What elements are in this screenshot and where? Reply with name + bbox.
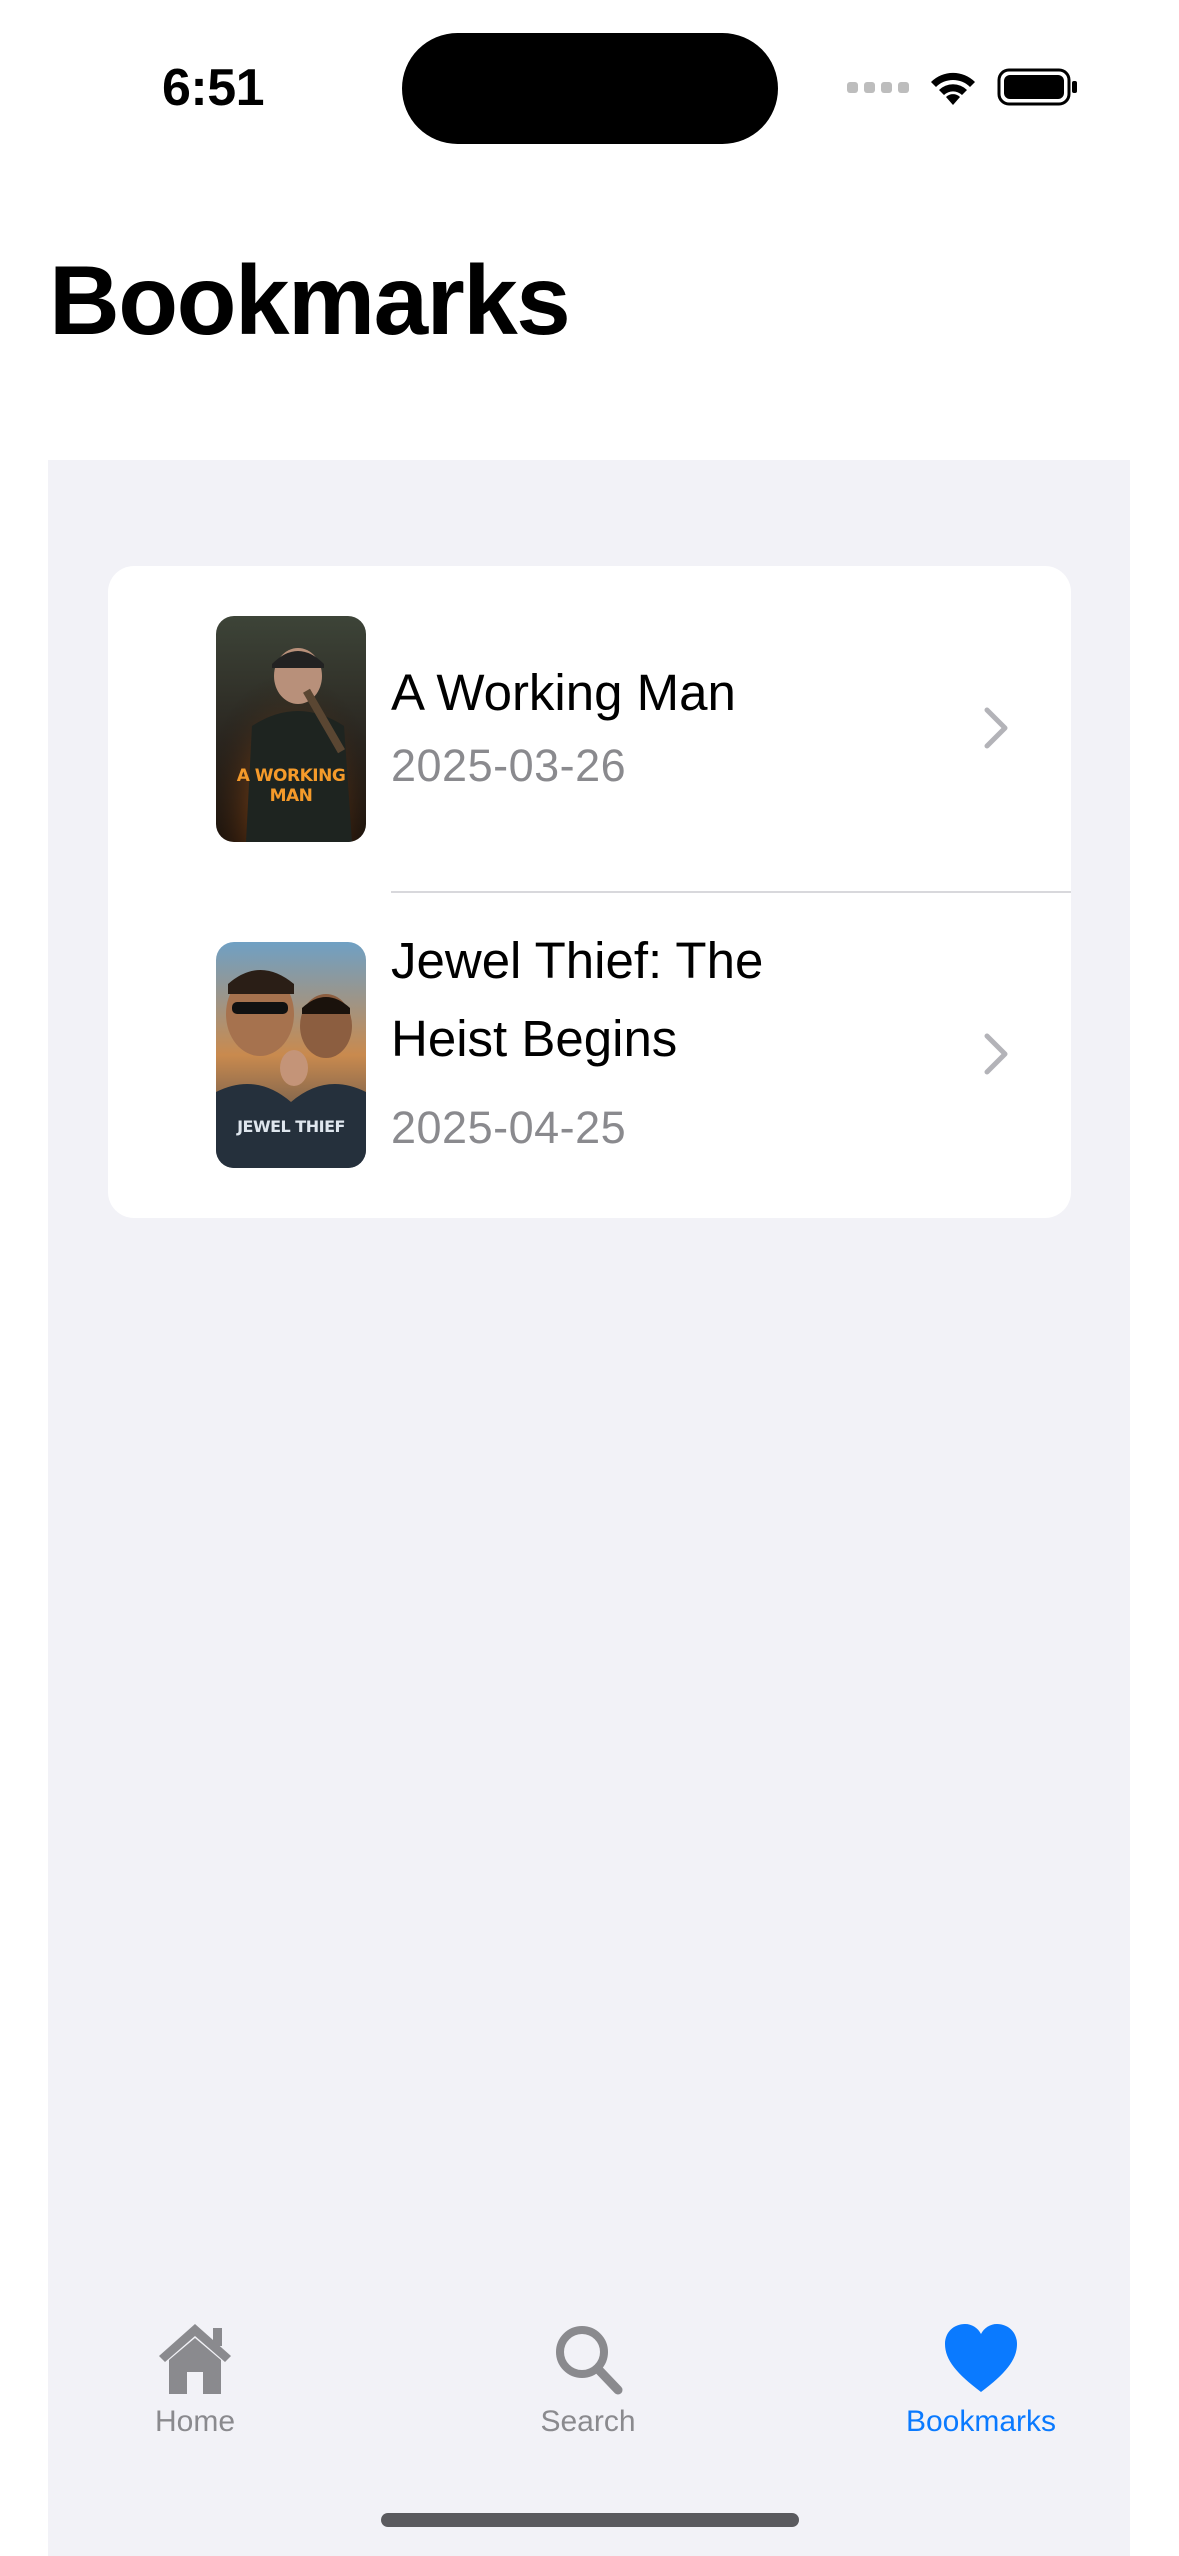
status-time: 6:51: [162, 59, 265, 117]
bookmark-row[interactable]: A WORKING MAN A Working Man 2025-03-26: [108, 566, 1071, 893]
heart-icon: [945, 2324, 1017, 2392]
status-indicators: [847, 62, 1079, 112]
house-icon: [159, 2324, 231, 2394]
poster-title-text: A WORKING MAN: [236, 766, 346, 806]
chevron-right-icon: [984, 707, 1008, 749]
home-indicator: [381, 2513, 799, 2527]
page-title: Bookmarks: [49, 245, 571, 355]
bookmark-title: Jewel Thief: The Heist Begins: [391, 932, 764, 1067]
movie-poster-image: JEWEL THIEF: [216, 942, 366, 1168]
movie-poster-image: A WORKING MAN: [216, 616, 366, 842]
tab-bar: Home Search Bookmarks: [48, 2300, 1130, 2480]
dynamic-island: [402, 33, 778, 144]
bookmark-release-date: 2025-04-25: [391, 1102, 627, 1153]
tab-label: Search: [540, 2405, 636, 2438]
bookmark-title: A Working Man: [391, 664, 736, 721]
bookmarks-list: A WORKING MAN A Working Man 2025-03-26 J…: [108, 566, 1071, 1218]
magnifying-glass-icon: [556, 2326, 623, 2395]
bookmark-row[interactable]: JEWEL THIEF Jewel Thief: The Heist Begin…: [108, 892, 1071, 1218]
tab-search[interactable]: Search: [458, 2320, 718, 2470]
tab-label: Bookmarks: [905, 2405, 1057, 2438]
wifi-icon: [931, 72, 975, 105]
tab-label: Home: [154, 2405, 236, 2438]
battery-icon: [997, 68, 1077, 106]
tab-bookmarks[interactable]: Bookmarks: [851, 2320, 1111, 2470]
cellular-signal-icon: [847, 81, 909, 93]
poster-title-text: JEWEL THIEF: [237, 1117, 345, 1136]
tab-home[interactable]: Home: [65, 2320, 325, 2470]
chevron-right-icon: [984, 1033, 1008, 1075]
bookmark-release-date: 2025-03-26: [391, 740, 627, 791]
